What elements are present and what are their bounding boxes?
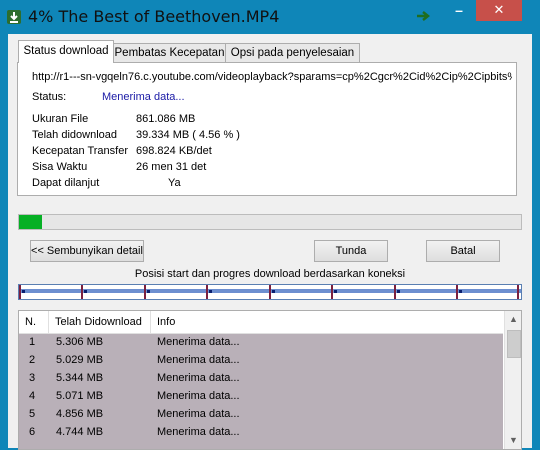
row-number: 2 <box>29 354 36 366</box>
column-header-number[interactable]: N. <box>19 311 49 333</box>
window-title: 4% The Best of Beethoven.MP4 <box>28 7 280 26</box>
table-row[interactable]: 3 5.344 MB Menerima data... <box>19 370 503 388</box>
row-info: Menerima data... <box>157 426 240 438</box>
connection-progress-marker <box>272 290 275 293</box>
row-downloaded: 4.856 MB <box>56 408 104 420</box>
table-row[interactable]: 4 5.071 MB Menerima data... <box>19 388 503 406</box>
row-info: Menerima data... <box>157 390 240 402</box>
file-size-value: 861.086 MB <box>136 113 196 125</box>
download-progress-bar <box>18 214 522 230</box>
dialog-body: Status download Pembatas Kecepatan Opsi … <box>8 34 532 450</box>
download-app-icon <box>7 10 21 24</box>
list-header: N. Telah Didownload Info <box>19 311 503 334</box>
connection-start-marker <box>394 285 396 299</box>
title-bar[interactable]: 4% The Best of Beethoven.MP4 – ✕ <box>0 0 540 34</box>
connection-progress-marker <box>147 290 150 293</box>
transfer-rate-value: 698.824 KB/det <box>136 145 212 157</box>
connection-progress-marker <box>22 290 25 293</box>
time-left-label: Sisa Waktu <box>32 161 88 173</box>
tab-status-download[interactable]: Status download <box>18 40 114 63</box>
row-downloaded: 5.306 MB <box>56 336 104 348</box>
connection-progress-marker <box>459 290 462 293</box>
table-row[interactable]: 5 4.856 MB Menerima data... <box>19 406 503 424</box>
row-number: 6 <box>29 426 36 438</box>
row-info: Menerima data... <box>157 372 240 384</box>
row-downloaded: 4.744 MB <box>56 426 104 438</box>
connection-list[interactable]: N. Telah Didownload Info 1 5.306 MB Mene… <box>18 310 522 450</box>
row-info: Menerima data... <box>157 354 240 366</box>
download-url: http://r1---sn-vgqeln76.c.youtube.com/vi… <box>32 71 512 83</box>
table-row[interactable]: 2 5.029 MB Menerima data... <box>19 352 503 370</box>
hide-details-button[interactable]: << Sembunyikan detail <box>30 240 144 262</box>
connection-start-marker <box>81 285 83 299</box>
row-number: 5 <box>29 408 36 420</box>
status-panel: http://r1---sn-vgqeln76.c.youtube.com/vi… <box>17 62 517 196</box>
connection-progress-marker <box>84 290 87 293</box>
minimize-button[interactable]: – <box>446 0 472 22</box>
connection-progress-marker <box>397 290 400 293</box>
row-number: 3 <box>29 372 36 384</box>
resume-label: Dapat dilanjut <box>32 177 100 189</box>
file-size-label: Ukuran File <box>32 113 89 125</box>
column-header-downloaded[interactable]: Telah Didownload <box>49 311 151 333</box>
status-value: Menerima data... <box>102 91 185 103</box>
connection-start-marker <box>269 285 271 299</box>
row-downloaded: 5.071 MB <box>56 390 104 402</box>
scroll-up-arrow-icon[interactable]: ▲ <box>505 311 521 328</box>
vertical-scrollbar[interactable]: ▲ ▼ <box>504 311 521 449</box>
transfer-rate-label: Kecepatan Transfer <box>32 145 129 157</box>
row-downloaded: 5.344 MB <box>56 372 104 384</box>
time-left-value: 26 men 31 det <box>136 161 207 173</box>
row-number: 4 <box>29 390 36 402</box>
connection-start-marker <box>206 285 208 299</box>
table-row[interactable]: 1 5.306 MB Menerima data... <box>19 334 503 352</box>
list-body: 1 5.306 MB Menerima data... 2 5.029 MB M… <box>19 334 503 449</box>
connection-progress-marker <box>334 290 337 293</box>
connections-caption: Posisi start dan progres download berdas… <box>134 268 406 280</box>
row-number: 1 <box>29 336 36 348</box>
row-info: Menerima data... <box>157 336 240 348</box>
table-row[interactable]: 6 4.744 MB Menerima data... <box>19 424 503 442</box>
cancel-button[interactable]: Batal <box>426 240 500 262</box>
scrollbar-thumb[interactable] <box>507 330 521 358</box>
downloaded-value: 39.334 MB ( 4.56 % ) <box>136 129 240 141</box>
row-downloaded: 5.029 MB <box>56 354 104 366</box>
downloaded-label: Telah didownload <box>32 129 118 141</box>
connection-start-marker <box>331 285 333 299</box>
progress-fill <box>19 215 42 229</box>
close-button[interactable]: ✕ <box>476 0 522 21</box>
row-info: Menerima data... <box>157 408 240 420</box>
status-label: Status: <box>32 91 67 103</box>
tab-completion-options[interactable]: Opsi pada penyelesaian <box>225 43 360 62</box>
column-header-info[interactable]: Info <box>151 311 503 333</box>
connection-progress-bar <box>18 284 522 300</box>
scroll-down-arrow-icon[interactable]: ▼ <box>505 432 521 449</box>
connection-end-marker <box>517 285 519 299</box>
connection-start-marker <box>144 285 146 299</box>
pause-button[interactable]: Tunda <box>314 240 388 262</box>
arrow-icon[interactable] <box>416 10 434 22</box>
resume-value: Ya <box>168 177 181 189</box>
connection-progress-marker <box>209 290 212 293</box>
tab-speed-limiter[interactable]: Pembatas Kecepatan <box>113 43 226 62</box>
connection-start-marker <box>456 285 458 299</box>
connection-start-marker <box>19 285 21 299</box>
